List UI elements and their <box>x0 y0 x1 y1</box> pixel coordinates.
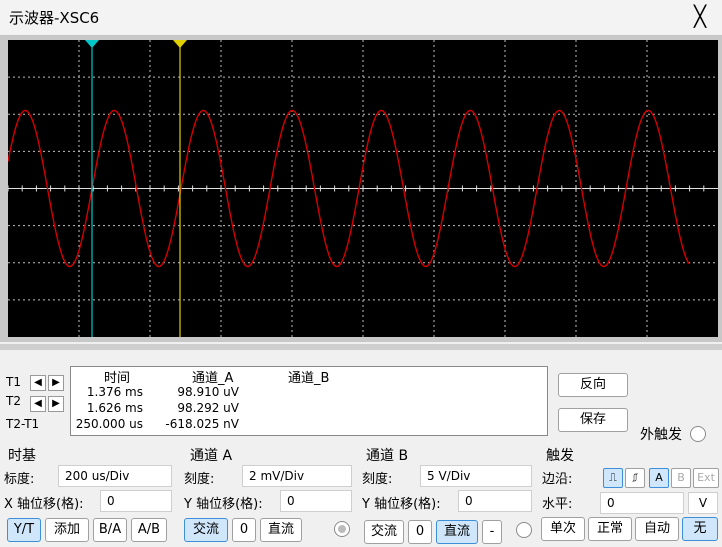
timebase-panel: 时基 标度: 200 us/Div X 轴位移(格): 0 Y/T 添加 B/A… <box>0 440 178 547</box>
mode-yt-button[interactable]: Y/T <box>7 518 41 542</box>
header-channel-b: 通道_B <box>288 371 330 386</box>
rising-edge-icon[interactable]: ⎍ <box>603 468 623 488</box>
header-channel-a: 通道_A <box>192 371 234 386</box>
oscilloscope-screen <box>8 40 718 337</box>
channel-b-title: 通道 B <box>366 448 409 464</box>
header-time: 时间 <box>104 371 131 386</box>
t2-time: 1.626 ms <box>86 401 143 415</box>
t2-label: T2 <box>6 394 21 408</box>
window-title: 示波器-XSC6 <box>9 9 100 27</box>
trigger-normal-button[interactable]: 正常 <box>588 517 632 541</box>
channel-a-ypos-label: Y 轴位移(格): <box>184 497 263 512</box>
channel-b-terminal[interactable] <box>516 522 532 538</box>
timebase-title: 时基 <box>8 448 36 464</box>
t2-t1-label: T2-T1 <box>6 417 40 431</box>
channel-b-ac-button[interactable]: 交流 <box>364 520 404 544</box>
save-button[interactable]: 保存 <box>558 408 628 432</box>
trigger-none-button[interactable]: 无 <box>682 517 718 541</box>
channel-b-dc-button[interactable]: 直流 <box>436 520 478 544</box>
channel-a-ac-button[interactable]: 交流 <box>184 518 228 542</box>
channel-a-ypos-field[interactable]: 0 <box>280 490 352 512</box>
x-position-field[interactable]: 0 <box>100 490 172 512</box>
channel-a-title: 通道 A <box>190 448 233 464</box>
close-icon[interactable]: ╳ <box>688 4 712 28</box>
channel-b-zero-button[interactable]: 0 <box>408 520 432 544</box>
trigger-level-unit[interactable]: V <box>688 492 718 514</box>
dt-time: 250.000 us <box>75 417 143 431</box>
trigger-level-label: 水平: <box>542 497 573 512</box>
t2-channel-a: 98.292 uV <box>177 401 239 415</box>
t2-right-arrow-icon[interactable]: ▶ <box>48 396 64 412</box>
channel-b-scale-field[interactable]: 5 V/Div <box>420 465 532 487</box>
reverse-button[interactable]: 反向 <box>558 373 628 397</box>
timebase-scale-field[interactable]: 200 us/Div <box>58 465 172 487</box>
title-bar: 示波器-XSC6 ╳ <box>0 0 722 34</box>
t1-left-arrow-icon[interactable]: ◀ <box>30 375 46 391</box>
splitter[interactable] <box>0 344 722 350</box>
trigger-title: 触发 <box>546 448 574 464</box>
readout-panel: T1 ◀ ▶ T2 ◀ ▶ T2-T1 时间 通道_A 通道_B 1.376 m… <box>0 351 722 443</box>
trigger-panel: 触发 边沿: ⎍ ⎎ A B Ext 水平: 0 V 单次 正常 自动 无 <box>538 440 722 547</box>
channel-b-ypos-field[interactable]: 0 <box>458 490 532 512</box>
channel-a-scale-label: 刻度: <box>184 472 215 487</box>
channel-a-panel: 通道 A 刻度: 2 mV/Div Y 轴位移(格): 0 交流 0 直流 <box>178 440 358 547</box>
trigger-edge-label: 边沿: <box>542 472 573 487</box>
channel-b-panel: 通道 B 刻度: 5 V/Div Y 轴位移(格): 0 交流 0 直流 - <box>358 440 538 547</box>
falling-edge-icon[interactable]: ⎎ <box>625 468 645 488</box>
x-position-label: X 轴位移(格): <box>4 497 84 512</box>
channel-b-invert-button[interactable]: - <box>482 520 502 544</box>
channel-b-scale-label: 刻度: <box>362 472 393 487</box>
timebase-scale-label: 标度: <box>4 472 35 487</box>
dt-channel-a: -618.025 nV <box>165 417 239 431</box>
mode-ba-button[interactable]: B/A <box>93 518 127 542</box>
trigger-source-b-button[interactable]: B <box>671 468 691 488</box>
t1-right-arrow-icon[interactable]: ▶ <box>48 375 64 391</box>
channel-a-zero-button[interactable]: 0 <box>232 518 256 542</box>
trigger-source-a-button[interactable]: A <box>649 468 669 488</box>
trigger-level-field[interactable]: 0 <box>600 492 684 514</box>
scope-display-area <box>0 35 722 342</box>
readout-table: 时间 通道_A 通道_B 1.376 ms 98.910 uV 1.626 ms… <box>70 366 548 436</box>
channel-a-dc-button[interactable]: 直流 <box>260 518 302 542</box>
t1-label: T1 <box>6 375 21 389</box>
t1-channel-a: 98.910 uV <box>177 385 239 399</box>
t1-time: 1.376 ms <box>86 385 143 399</box>
channel-a-scale-field[interactable]: 2 mV/Div <box>242 465 352 487</box>
trigger-single-button[interactable]: 单次 <box>541 517 585 541</box>
mode-add-button[interactable]: 添加 <box>45 518 89 542</box>
channel-a-terminal[interactable] <box>334 521 350 537</box>
t2-left-arrow-icon[interactable]: ◀ <box>30 396 46 412</box>
mode-ab-button[interactable]: A/B <box>131 518 167 542</box>
trigger-source-ext-button[interactable]: Ext <box>693 468 719 488</box>
channel-b-ypos-label: Y 轴位移(格): <box>362 497 441 512</box>
trigger-auto-button[interactable]: 自动 <box>635 517 679 541</box>
